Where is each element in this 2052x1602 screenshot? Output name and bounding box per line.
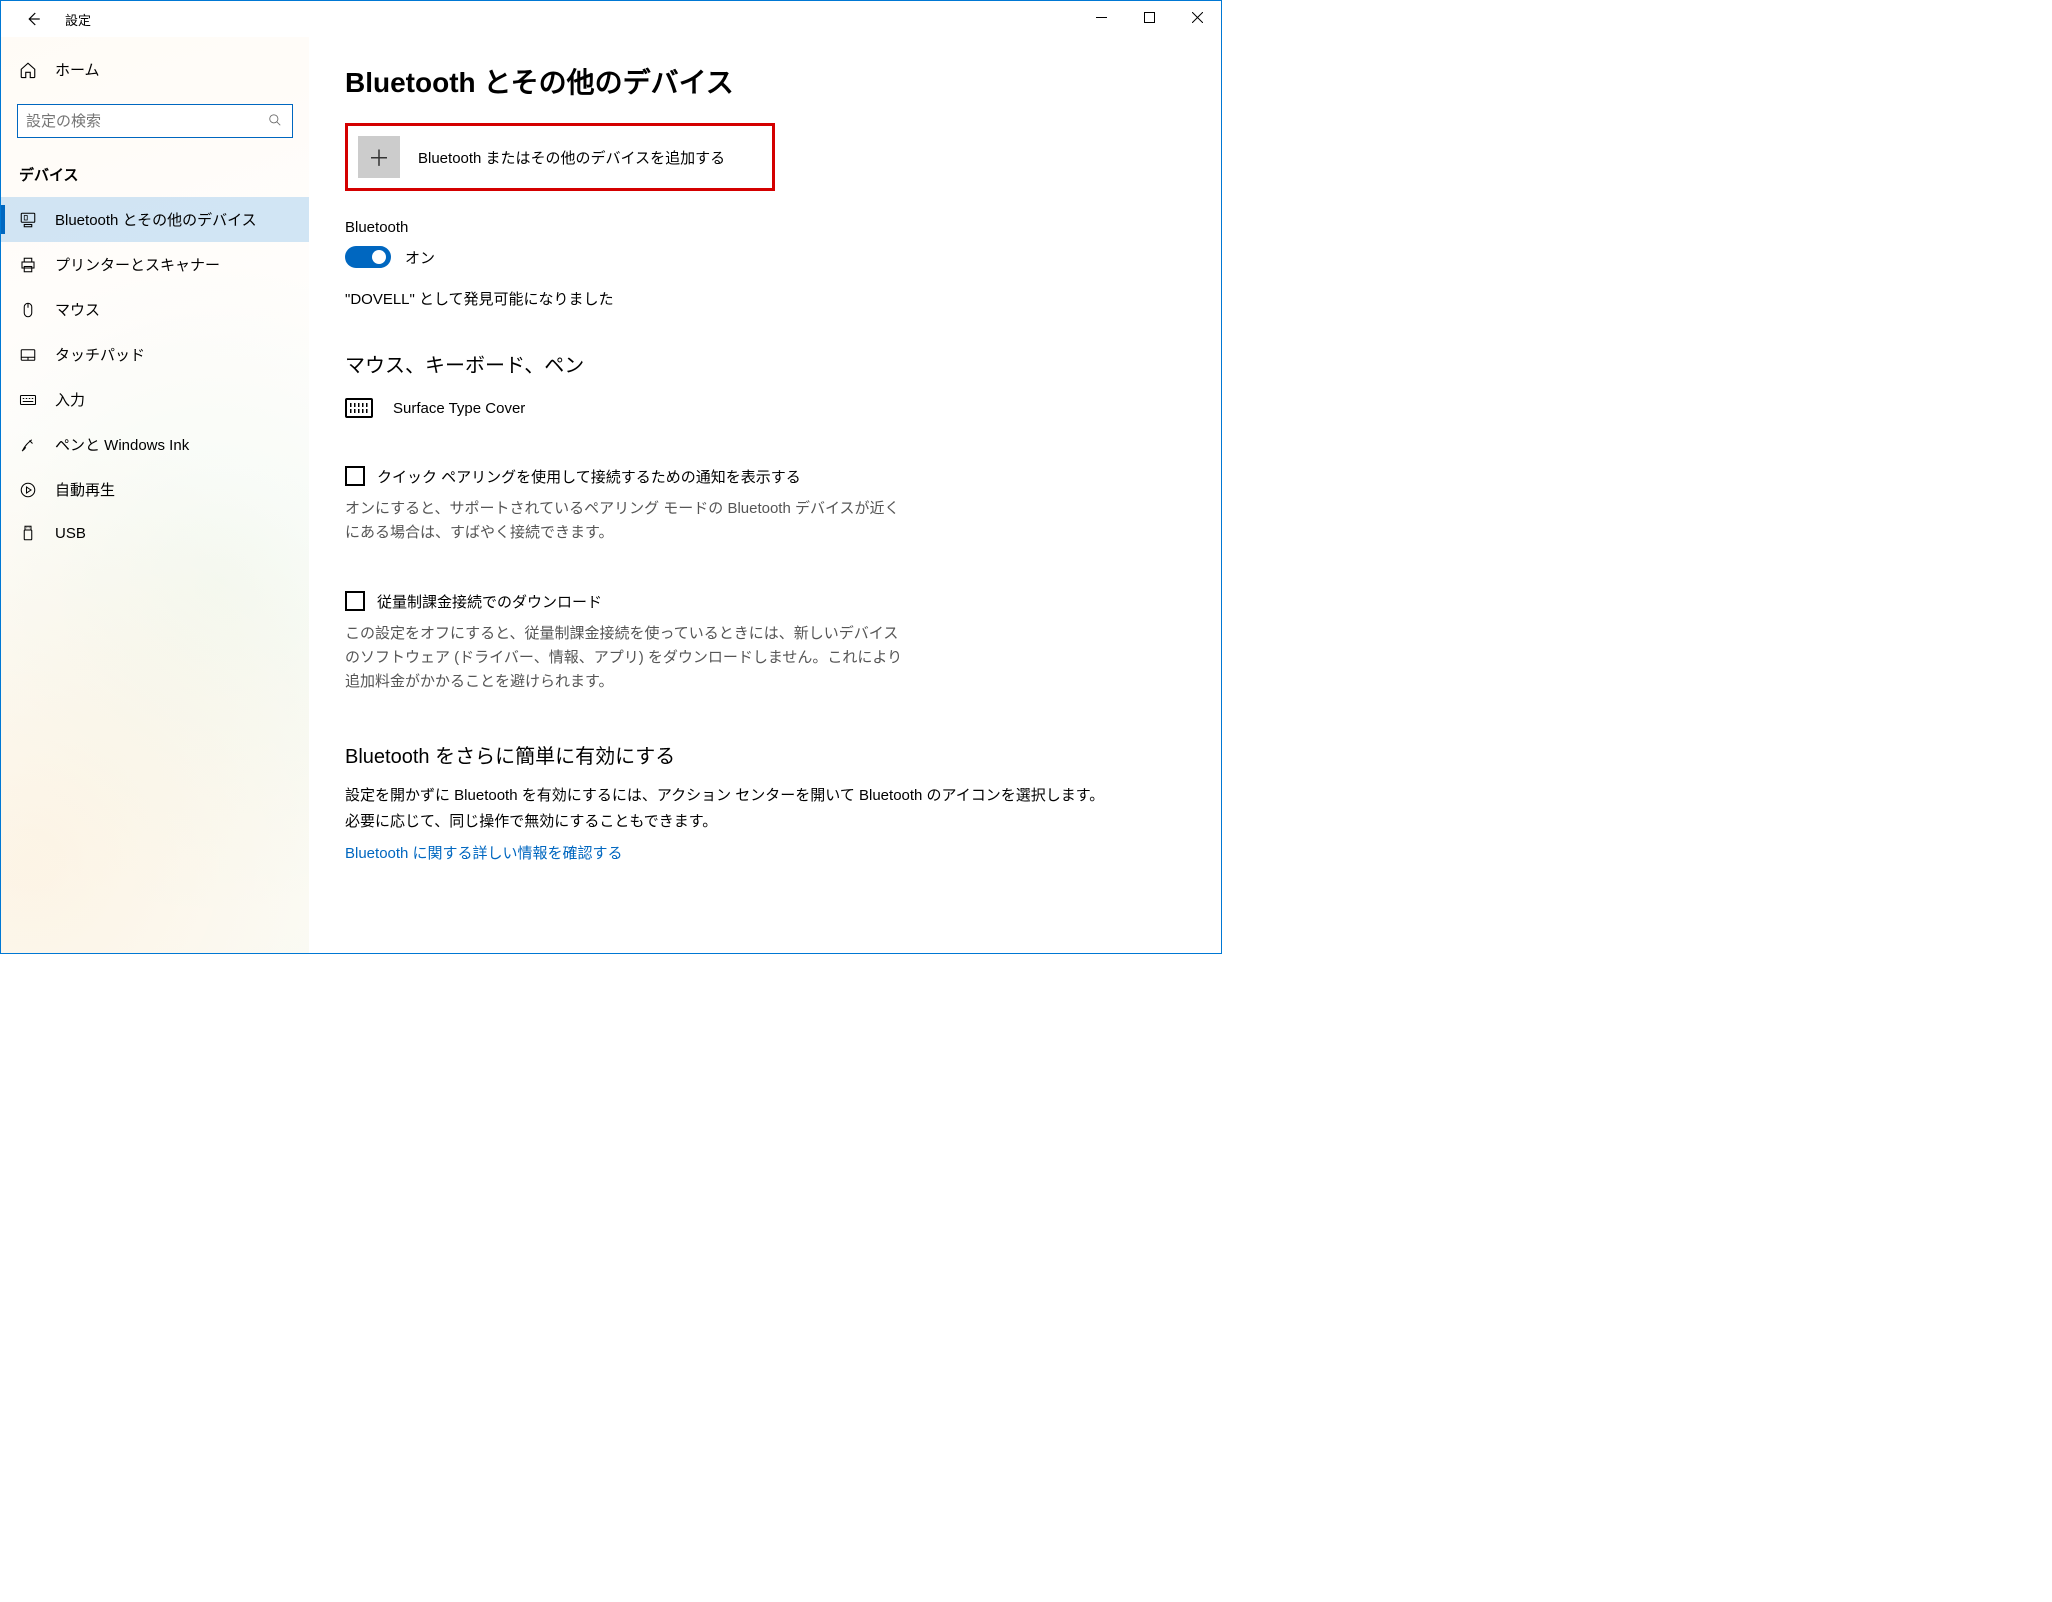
back-button[interactable] <box>17 3 49 35</box>
home-icon <box>19 61 37 79</box>
sidebar-item-autoplay[interactable]: 自動再生 <box>1 467 309 512</box>
metered-download-label: 従量制課金接続でのダウンロード <box>377 591 602 612</box>
printer-icon <box>19 256 37 274</box>
home-nav[interactable]: ホーム <box>1 49 309 90</box>
device-icon <box>19 211 37 229</box>
add-device-label: Bluetooth またはその他のデバイスを追加する <box>418 147 725 168</box>
usb-icon <box>19 524 37 542</box>
sidebar-item-touchpad[interactable]: タッチパッド <box>1 332 309 377</box>
discoverable-text: "DOVELL" として発見可能になりました <box>345 288 1197 309</box>
toggle-state-label: オン <box>405 247 435 268</box>
plus-icon: ＋ <box>358 136 400 178</box>
sidebar-item-label: マウス <box>55 299 100 320</box>
sidebar-item-typing[interactable]: 入力 <box>1 377 309 422</box>
sidebar-item-label: 自動再生 <box>55 479 115 500</box>
touchpad-icon <box>19 346 37 364</box>
keyboard-icon <box>19 391 37 409</box>
pen-icon <box>19 436 37 454</box>
bluetooth-toggle[interactable] <box>345 246 391 268</box>
sidebar-item-pen[interactable]: ペンと Windows Ink <box>1 422 309 467</box>
metered-download-checkbox[interactable] <box>345 591 365 611</box>
sidebar-item-label: USB <box>55 525 86 542</box>
quick-pairing-label: クイック ペアリングを使用して接続するための通知を表示する <box>377 466 801 487</box>
window-title: 設定 <box>65 10 91 29</box>
sidebar-item-label: Bluetooth とその他のデバイス <box>55 209 257 230</box>
sidebar-item-label: タッチパッド <box>55 344 145 365</box>
sidebar-item-label: ペンと Windows Ink <box>55 434 189 455</box>
metered-download-desc: この設定をオフにすると、従量制課金接続を使っているときには、新しいデバイスのソフ… <box>345 622 905 694</box>
window-controls <box>1077 1 1221 33</box>
autoplay-icon <box>19 481 37 499</box>
close-icon <box>1192 12 1203 23</box>
search-input-wrapper[interactable] <box>17 104 293 138</box>
sidebar: ホーム デバイス Bluetooth とその他のデバイス プリンターとスキャナー… <box>1 37 309 953</box>
device-group-title: マウス、キーボード、ペン <box>345 349 1197 378</box>
titlebar: 設定 <box>1 1 1221 37</box>
quick-pairing-checkbox[interactable] <box>345 466 365 486</box>
bluetooth-section-label: Bluetooth <box>345 219 1197 236</box>
close-button[interactable] <box>1173 1 1221 33</box>
category-header: デバイス <box>1 156 309 197</box>
sidebar-item-mouse[interactable]: マウス <box>1 287 309 332</box>
page-title: Bluetooth とその他のデバイス <box>345 61 1197 101</box>
sidebar-item-label: プリンターとスキャナー <box>55 254 220 275</box>
quick-pairing-desc: オンにすると、サポートされているペアリング モードの Bluetooth デバイ… <box>345 497 905 545</box>
search-icon <box>268 113 282 130</box>
device-item[interactable]: Surface Type Cover <box>345 392 1197 466</box>
maximize-icon <box>1144 12 1155 23</box>
add-device-button[interactable]: ＋ Bluetooth またはその他のデバイスを追加する <box>345 123 775 191</box>
minimize-icon <box>1096 12 1107 23</box>
more-section-desc: 設定を開かずに Bluetooth を有効にするには、アクション センターを開い… <box>345 783 1105 834</box>
search-input[interactable] <box>26 113 284 130</box>
sidebar-item-label: 入力 <box>55 389 85 410</box>
sidebar-item-bluetooth[interactable]: Bluetooth とその他のデバイス <box>1 197 309 242</box>
bluetooth-info-link[interactable]: Bluetooth に関する詳しい情報を確認する <box>345 842 1197 863</box>
keyboard-icon <box>345 398 373 418</box>
home-label: ホーム <box>55 59 100 80</box>
maximize-button[interactable] <box>1125 1 1173 33</box>
sidebar-item-printers[interactable]: プリンターとスキャナー <box>1 242 309 287</box>
toggle-knob <box>372 250 386 264</box>
minimize-button[interactable] <box>1077 1 1125 33</box>
device-name: Surface Type Cover <box>393 400 525 417</box>
more-section-title: Bluetooth をさらに簡単に有効にする <box>345 740 1197 769</box>
sidebar-item-usb[interactable]: USB <box>1 512 309 554</box>
main-content: Bluetooth とその他のデバイス ＋ Bluetooth またはその他のデ… <box>309 37 1221 953</box>
mouse-icon <box>19 301 37 319</box>
arrow-left-icon <box>24 10 42 28</box>
